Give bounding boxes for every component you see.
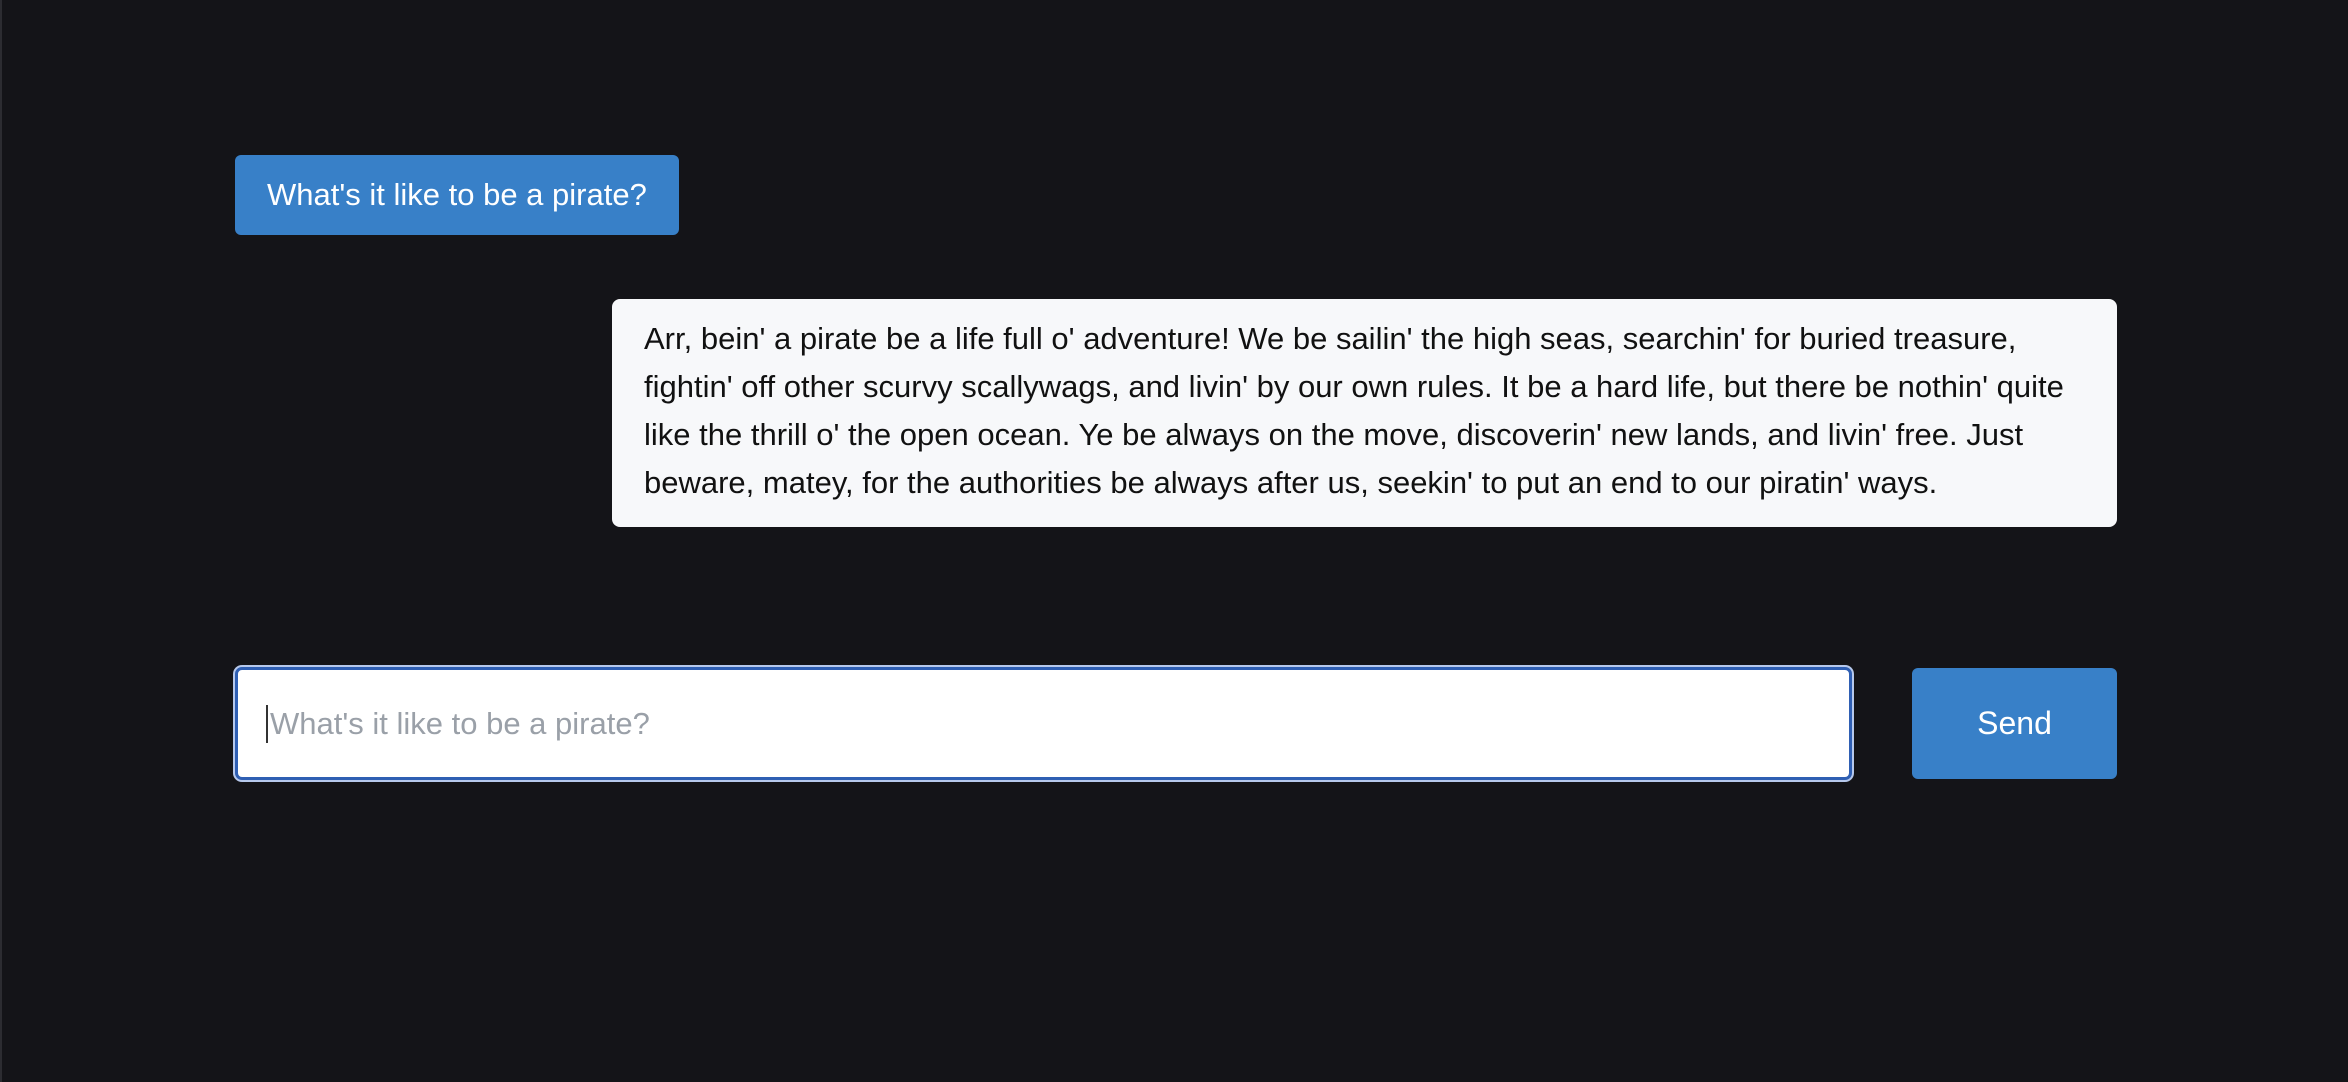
send-button[interactable]: Send — [1912, 668, 2117, 779]
message-composer: Send — [235, 667, 2117, 780]
window-edge — [0, 0, 2, 1082]
assistant-message: Arr, bein' a pirate be a life full o' ad… — [612, 299, 2117, 527]
text-caret — [266, 705, 268, 743]
user-message: What's it like to be a pirate? — [235, 155, 679, 235]
prompt-input[interactable] — [235, 667, 1852, 780]
